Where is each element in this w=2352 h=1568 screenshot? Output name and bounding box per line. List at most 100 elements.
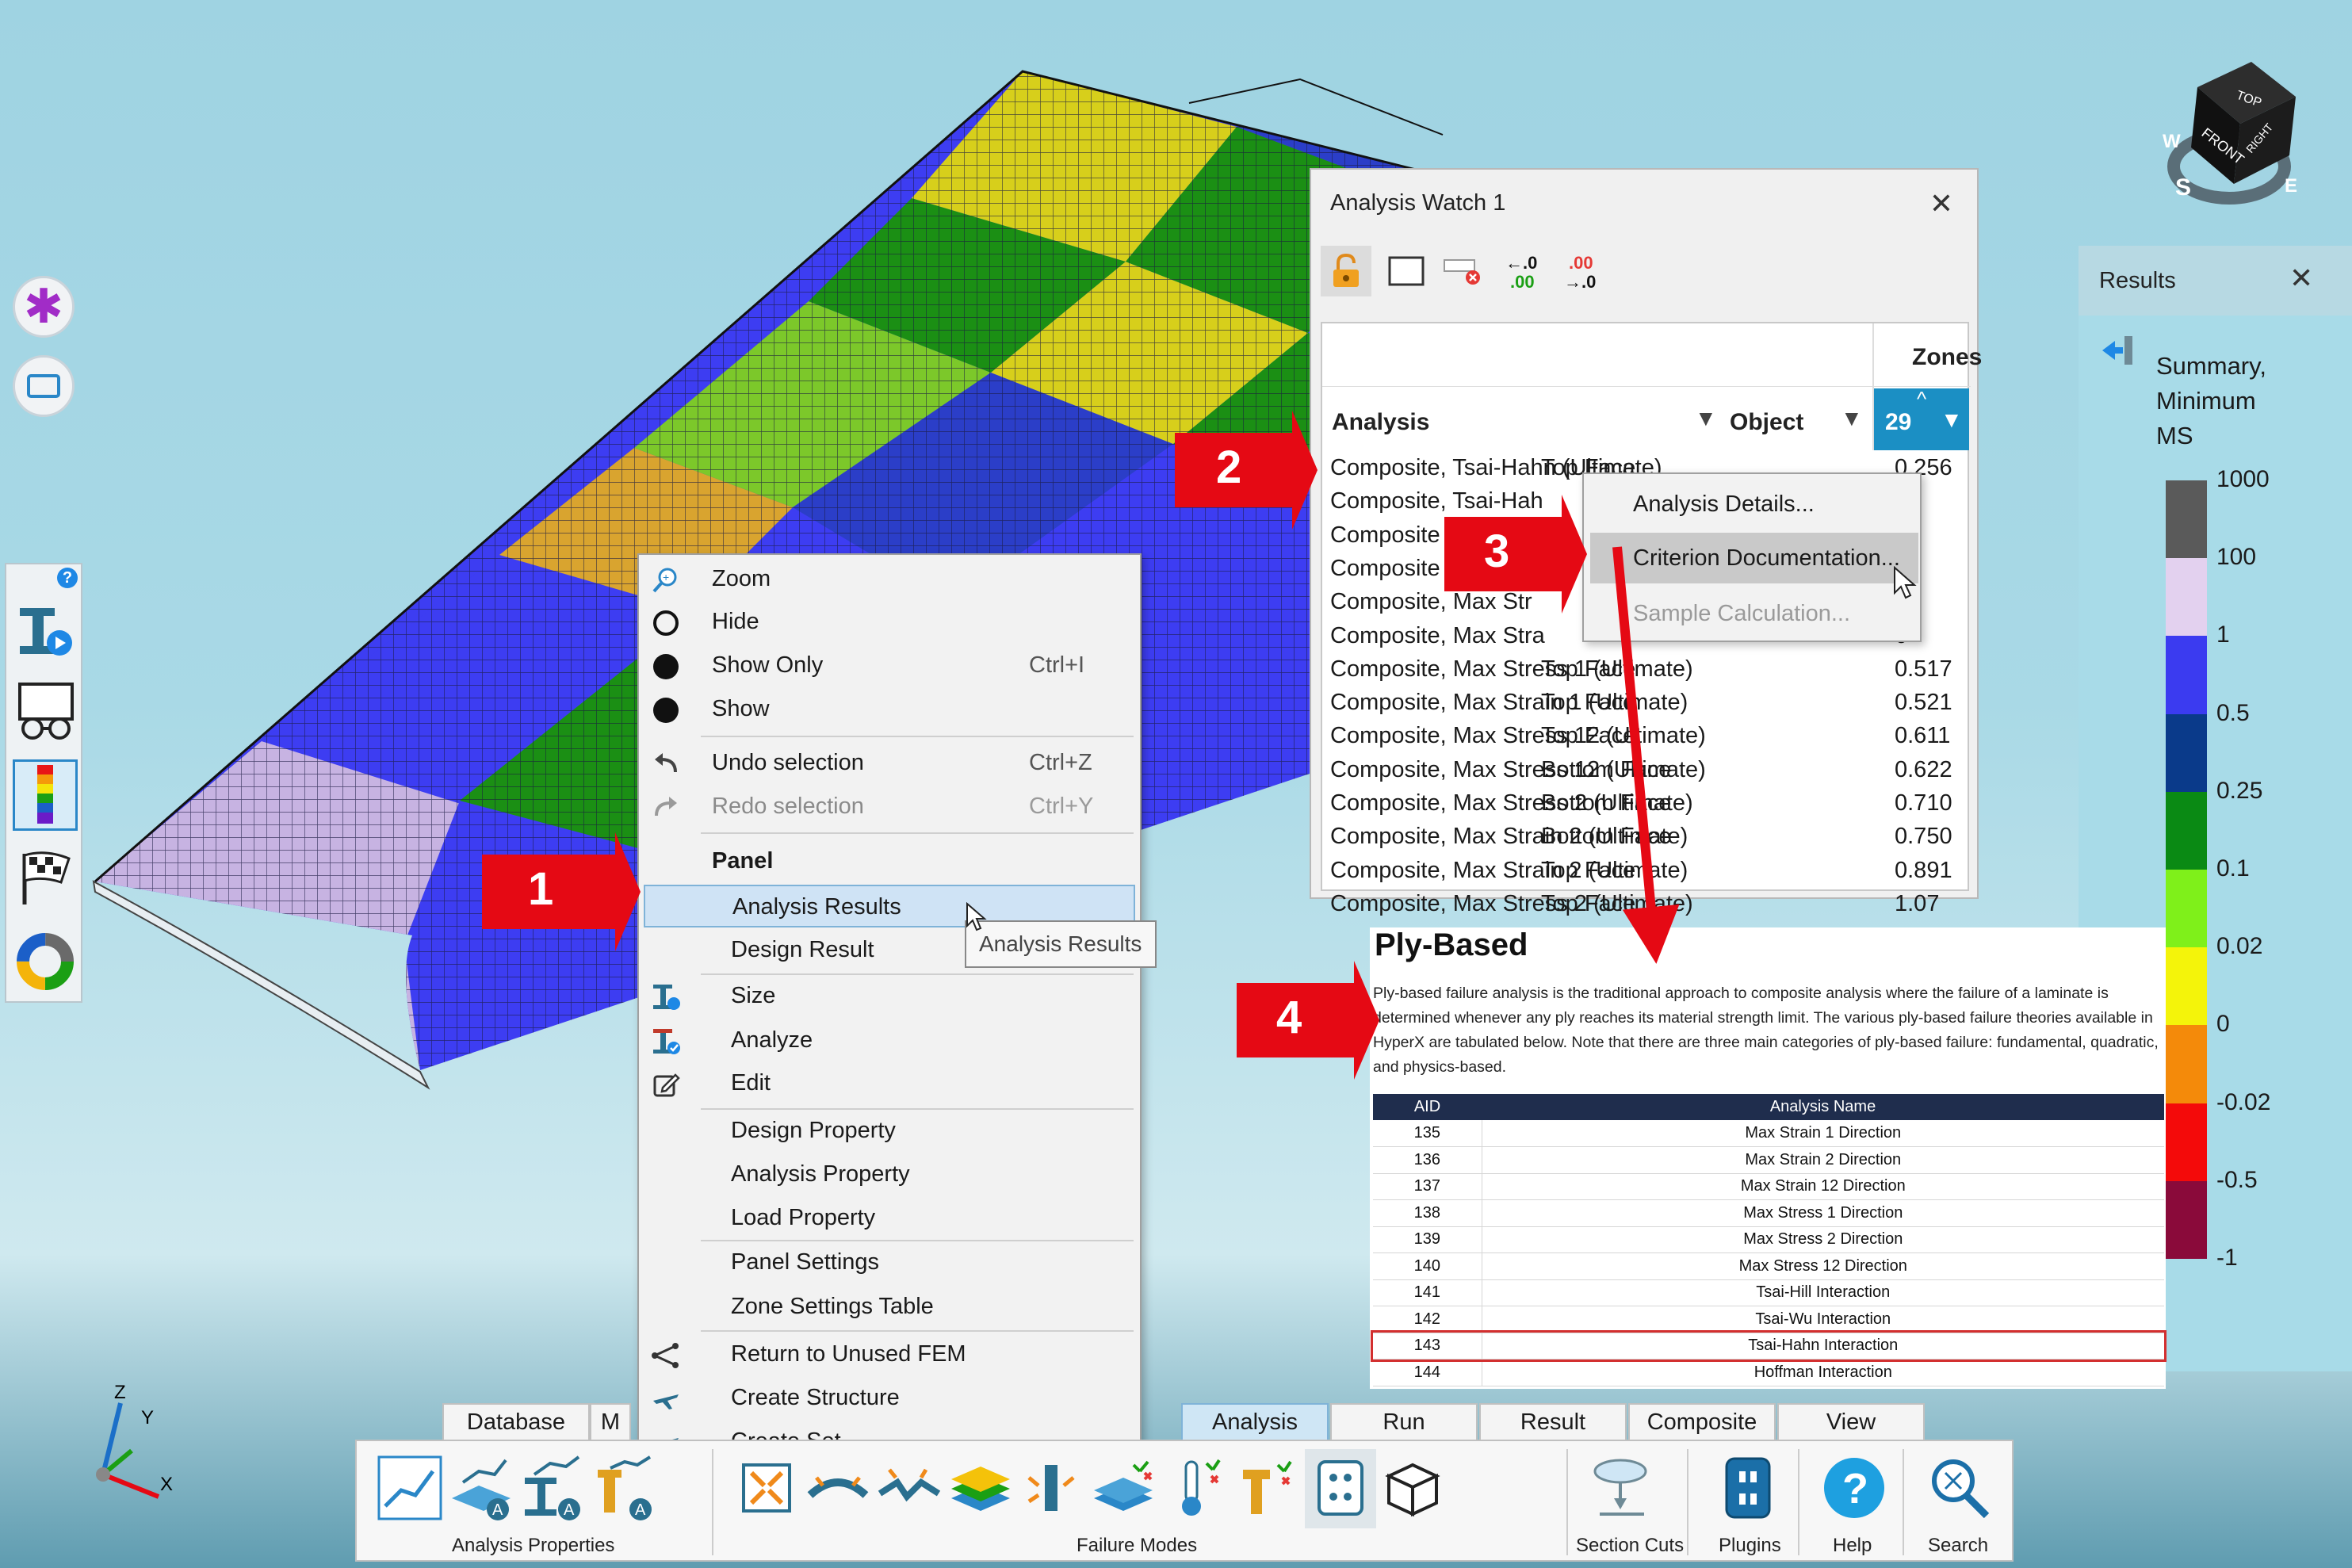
curved-panel-icon[interactable] <box>804 1454 872 1522</box>
sizing-tool-button[interactable] <box>13 593 78 664</box>
donut-chart-button[interactable] <box>13 926 78 997</box>
zones-column-header[interactable]: Zones <box>1912 344 1982 371</box>
object-filter-icon[interactable]: ▼ <box>1841 406 1863 431</box>
help-icon[interactable]: ? <box>1820 1454 1888 1522</box>
menu-item-zoom[interactable]: + Zoom <box>639 558 1140 601</box>
row-context-menu: Analysis Details... Criterion Documentat… <box>1582 472 1922 642</box>
analysis-name-cell: Tsai-Hill Interaction <box>1482 1279 2164 1306</box>
table-row[interactable]: Composite, Max Stress 2 (Ultimate) Top Fa… <box>1322 888 1971 920</box>
tab-database[interactable]: Database <box>442 1403 590 1440</box>
table-row[interactable]: Composite, Max Strain 1 (Ultimate) Top Fa… <box>1322 686 1971 718</box>
menu-item-panel-settings[interactable]: Panel Settings <box>639 1241 1140 1284</box>
tab-analysis[interactable]: Analysis <box>1181 1403 1329 1440</box>
tab-result[interactable]: Result <box>1479 1403 1627 1440</box>
select-region-button[interactable] <box>1381 246 1432 296</box>
viewer-tool-button[interactable] <box>13 675 78 747</box>
legend-label: -1 <box>2216 1245 2238 1271</box>
menu-item-create-structure[interactable]: Create Structure <box>639 1377 1140 1420</box>
menu-item-undo-selection[interactable]: Undo selection Ctrl+Z <box>639 742 1140 785</box>
results-legend-button[interactable] <box>13 759 78 831</box>
zone-filter-icon: ▼ <box>1941 407 1963 432</box>
table-row[interactable]: Composite, Max Stress 12 (Ultimate) Botto… <box>1322 754 1971 786</box>
joint-property-icon[interactable]: A <box>590 1454 658 1522</box>
menu-item-analysis-property[interactable]: Analysis Property <box>639 1153 1140 1196</box>
stiffener-icon[interactable] <box>1018 1454 1086 1522</box>
outlet-plugin-icon[interactable] <box>1306 1454 1375 1522</box>
plugins-icon[interactable] <box>1714 1454 1782 1522</box>
laminate-stack-icon[interactable] <box>947 1454 1015 1522</box>
collapse-arrow-icon[interactable] <box>2099 335 2136 366</box>
search-icon[interactable] <box>1925 1454 1993 1522</box>
menu-item-size[interactable]: Size <box>639 975 1140 1018</box>
menu-item-analyze[interactable]: Analyze <box>639 1019 1140 1062</box>
menu-item-show-only[interactable]: Show Only Ctrl+I <box>639 644 1140 687</box>
fastener-icon[interactable] <box>1232 1454 1300 1522</box>
rectangle-select-button[interactable] <box>13 355 75 417</box>
analysis-column-header[interactable]: Analysis <box>1332 409 1429 436</box>
callout-2-number: 2 <box>1216 442 1242 493</box>
show-label: Show <box>712 696 770 721</box>
section-cut-icon[interactable] <box>1589 1454 1657 1522</box>
tab-view[interactable]: View <box>1777 1403 1925 1440</box>
help-icon[interactable]: ? <box>57 568 78 588</box>
sizing-icon <box>20 608 72 656</box>
rectangle-icon <box>1388 256 1425 286</box>
menu-item-return-unused-fem[interactable]: Return to Unused FEM <box>639 1333 1140 1376</box>
results-close-button[interactable]: ✕ <box>2289 262 2313 295</box>
redo-icon <box>650 792 682 824</box>
analysis-filter-icon[interactable]: ▼ <box>1695 406 1717 431</box>
remove-row-button[interactable] <box>1438 246 1489 296</box>
bonded-joint-icon[interactable] <box>1089 1454 1157 1522</box>
table-row[interactable]: Composite, Max Strain 2 (Ultimate) Bottom… <box>1322 820 1971 852</box>
menu-item-edit[interactable]: Edit <box>639 1062 1140 1105</box>
thermometer-icon[interactable] <box>1161 1454 1229 1522</box>
tab-composite[interactable]: Composite <box>1628 1403 1776 1440</box>
menu-item-design-property[interactable]: Design Property <box>639 1110 1140 1153</box>
tab-run[interactable]: Run <box>1330 1403 1478 1440</box>
aircraft-icon <box>650 1383 682 1415</box>
table-row[interactable]: Composite, Max Stress 12 (Ultimate) Top F… <box>1322 720 1971 751</box>
criterion-documentation-item[interactable]: Criterion Documentation... <box>1590 533 1918 583</box>
object-column-header[interactable]: Object <box>1730 409 1803 436</box>
group-divider <box>712 1449 713 1555</box>
mouse-cursor-icon <box>1894 566 1917 599</box>
increase-decimals-button[interactable]: ←.0.00 <box>1497 246 1547 296</box>
analysis-details-item[interactable]: Analysis Details... <box>1590 479 1915 528</box>
plate-property-icon[interactable]: A <box>447 1454 515 1522</box>
filled-circle-icon <box>650 694 682 726</box>
table-row[interactable]: Composite, Max Strain 2 (Ultimate) Top Fa… <box>1322 855 1971 886</box>
zone-sort-header[interactable]: ^ 29 ▼ <box>1874 387 1969 450</box>
menu-item-zone-settings-table[interactable]: Zone Settings Table <box>639 1286 1140 1329</box>
lock-button[interactable] <box>1321 246 1371 296</box>
beam-property-icon[interactable]: A <box>518 1454 587 1522</box>
tab-m[interactable]: M <box>590 1403 631 1440</box>
3d-box-icon[interactable] <box>1378 1454 1446 1522</box>
panel-buckling-icon[interactable] <box>732 1454 801 1522</box>
analyze-label: Analyze <box>731 1027 813 1053</box>
section-cuts-group-label: Section Cuts <box>1576 1535 1685 1556</box>
analysis-name-cell: Max Stress 2 Direction <box>1482 1226 2164 1253</box>
menu-item-redo-selection[interactable]: Redo selection Ctrl+Y <box>639 786 1140 828</box>
sample-calculation-item[interactable]: Sample Calculation... <box>1590 588 1915 637</box>
decrease-decimals-button[interactable]: .00 →.0 <box>1555 246 1606 296</box>
finish-flag-button[interactable] <box>13 842 78 913</box>
menu-item-hide[interactable]: Hide <box>639 601 1140 644</box>
menu-item-show[interactable]: Show <box>639 688 1140 731</box>
aid-cell: 143 <box>1373 1333 1482 1360</box>
summary-line-3: MS <box>2156 422 2193 449</box>
menu-item-load-property[interactable]: Load Property <box>639 1197 1140 1240</box>
analysis-name-cell: Max Strain 2 Direction <box>1482 1146 2164 1174</box>
table-row[interactable]: Composite, Max Stress 1 (Ultimate) Top Fa… <box>1322 653 1971 685</box>
chart-property-icon[interactable] <box>376 1454 444 1522</box>
results-title: Results <box>2099 268 2176 293</box>
legend-label: -0.02 <box>2216 1088 2271 1115</box>
view-cube[interactable]: TOP FRONT RIGHT W S E <box>2140 55 2331 214</box>
watch-close-button[interactable]: ✕ <box>1929 187 1953 220</box>
group-divider <box>1566 1449 1568 1555</box>
sample-calculation-label: Sample Calculation... <box>1633 601 1851 626</box>
crippling-icon[interactable] <box>875 1454 943 1522</box>
asterisk-button[interactable]: ✱ <box>13 276 75 338</box>
table-row[interactable]: Composite, Max Stress 2 (Ultimate) Bottom… <box>1322 787 1971 819</box>
legend-swatch <box>2166 1180 2207 1259</box>
legend-label: 0.1 <box>2216 855 2250 882</box>
